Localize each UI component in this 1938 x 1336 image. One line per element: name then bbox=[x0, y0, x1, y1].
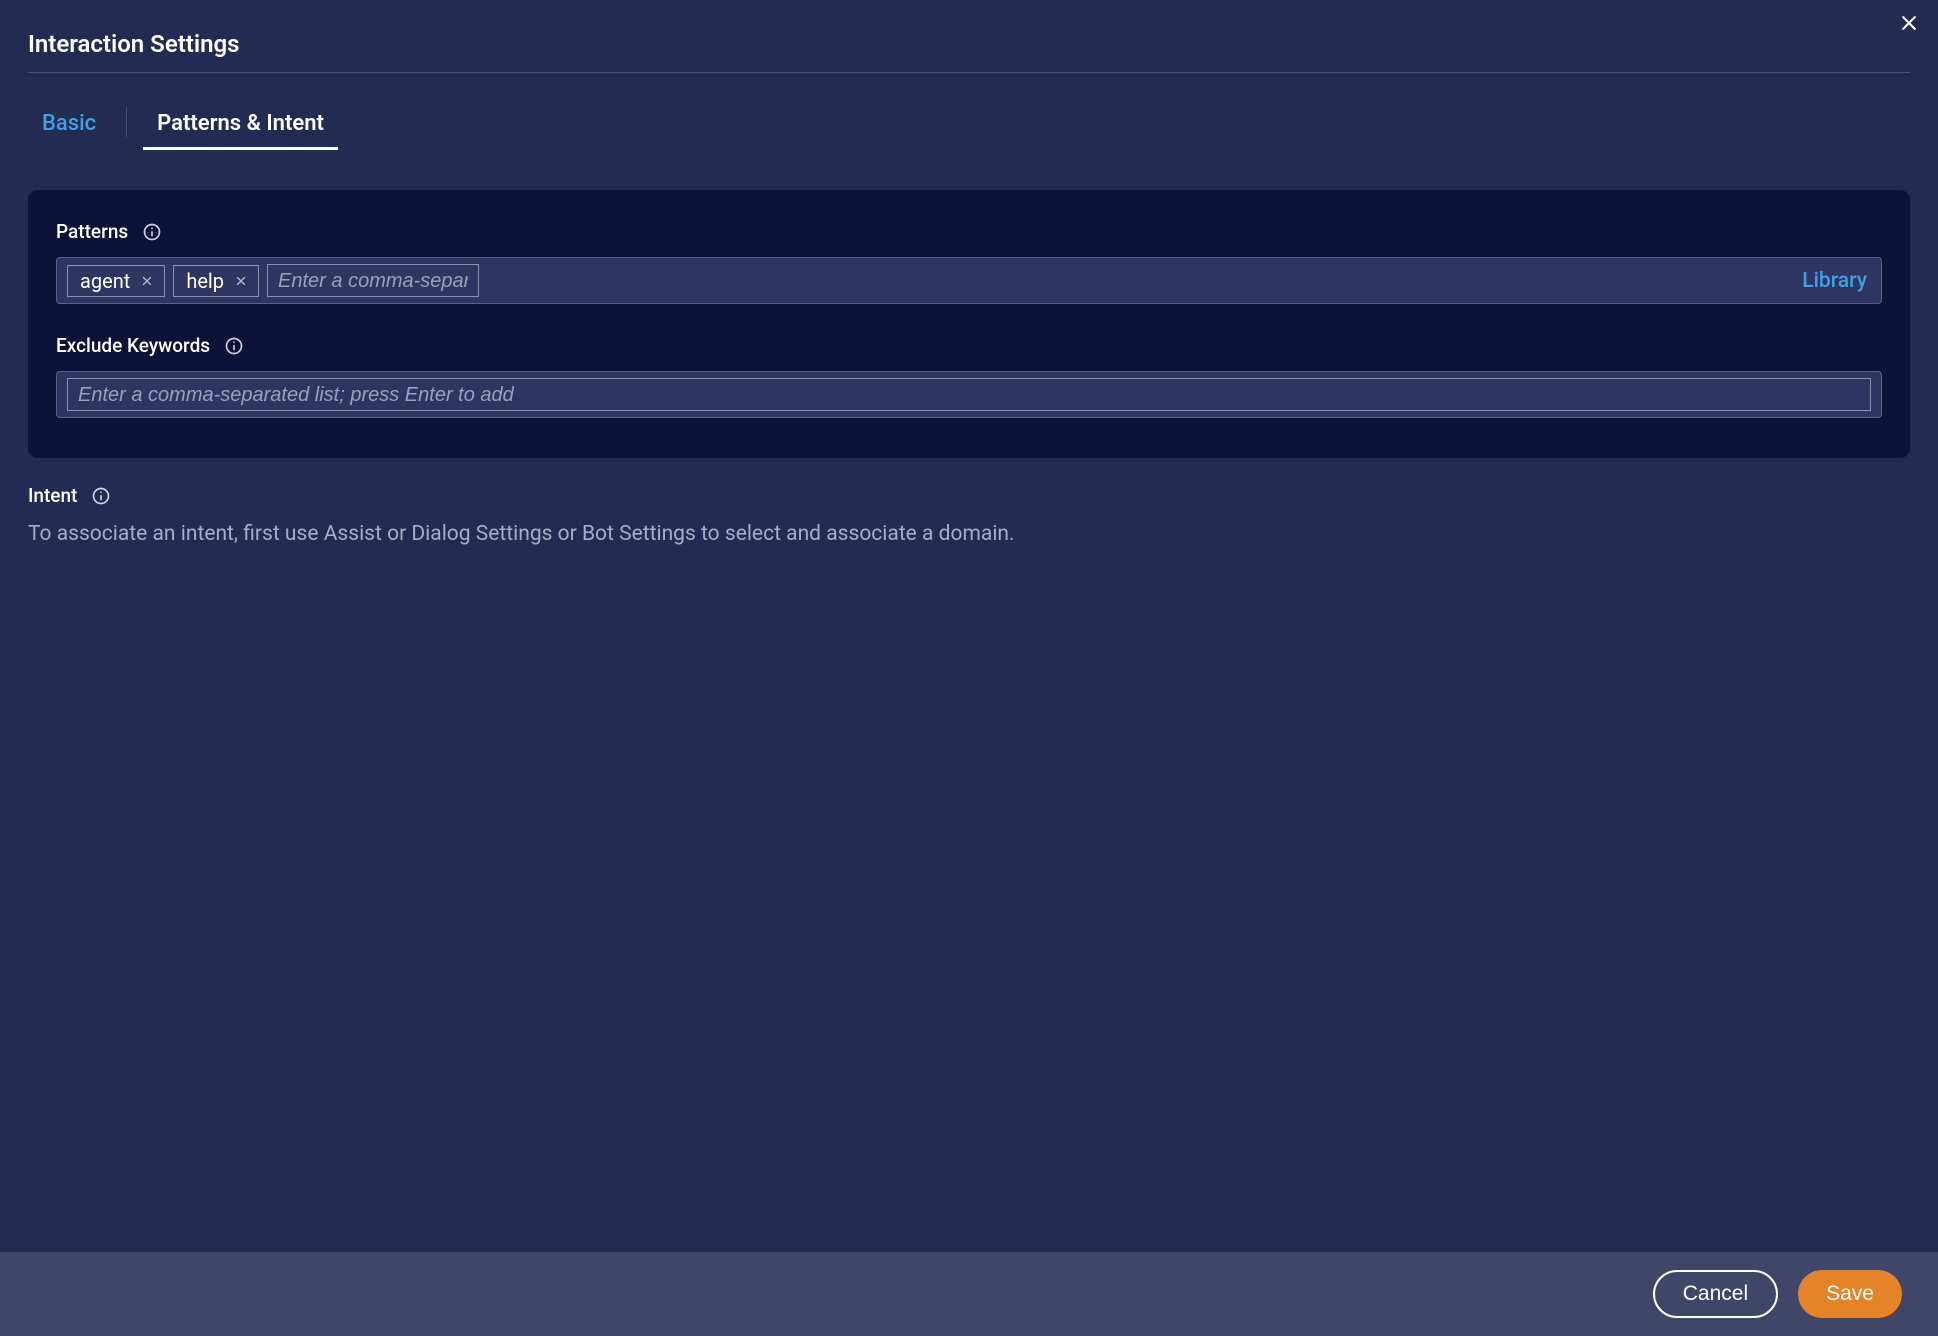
info-icon[interactable] bbox=[91, 486, 111, 506]
exclude-label-row: Exclude Keywords bbox=[56, 334, 1882, 357]
patterns-input-box[interactable] bbox=[267, 264, 479, 297]
exclude-label: Exclude Keywords bbox=[56, 334, 210, 357]
header-divider bbox=[28, 72, 1910, 73]
pattern-chip-label: help bbox=[186, 269, 224, 293]
modal-title: Interaction Settings bbox=[28, 30, 1910, 58]
exclude-input[interactable] bbox=[78, 384, 1860, 407]
tabs-row: Basic Patterns & Intent bbox=[0, 93, 1938, 150]
patterns-input[interactable] bbox=[278, 270, 468, 293]
info-icon[interactable] bbox=[224, 336, 244, 356]
interaction-settings-modal: Interaction Settings Basic Patterns & In… bbox=[0, 0, 1938, 1336]
chip-remove-icon[interactable] bbox=[140, 274, 154, 288]
intent-description: To associate an intent, first use Assist… bbox=[28, 519, 1910, 551]
modal-footer: Cancel Save bbox=[0, 1252, 1938, 1336]
exclude-input-box[interactable] bbox=[67, 378, 1871, 411]
intent-section: Intent To associate an intent, first use… bbox=[28, 484, 1910, 551]
tab-patterns-intent[interactable]: Patterns & Intent bbox=[143, 93, 338, 150]
patterns-field: Patterns agent bbox=[56, 220, 1882, 304]
exclude-input-container[interactable] bbox=[56, 371, 1882, 418]
close-button[interactable] bbox=[1898, 14, 1920, 36]
patterns-label: Patterns bbox=[56, 220, 128, 243]
patterns-input-container[interactable]: agent help bbox=[56, 257, 1882, 304]
tab-separator bbox=[126, 107, 127, 137]
modal-header: Interaction Settings bbox=[0, 0, 1938, 85]
patterns-label-row: Patterns bbox=[56, 220, 1882, 243]
patterns-chips-wrap: agent help bbox=[67, 264, 1786, 297]
tab-basic[interactable]: Basic bbox=[28, 93, 110, 150]
exclude-field: Exclude Keywords bbox=[56, 334, 1882, 418]
pattern-chip: help bbox=[173, 265, 259, 297]
pattern-chip-label: agent bbox=[80, 269, 130, 293]
cancel-button[interactable]: Cancel bbox=[1653, 1270, 1778, 1318]
library-link[interactable]: Library bbox=[1786, 269, 1871, 293]
intent-label: Intent bbox=[28, 484, 77, 507]
intent-label-row: Intent bbox=[28, 484, 1910, 507]
chip-remove-icon[interactable] bbox=[234, 274, 248, 288]
close-icon bbox=[1899, 13, 1919, 38]
patterns-panel: Patterns agent bbox=[28, 190, 1910, 458]
exclude-chips-wrap bbox=[67, 378, 1871, 411]
info-icon[interactable] bbox=[142, 222, 162, 242]
pattern-chip: agent bbox=[67, 265, 165, 297]
save-button[interactable]: Save bbox=[1798, 1270, 1902, 1318]
modal-content: Patterns agent bbox=[0, 150, 1938, 1252]
